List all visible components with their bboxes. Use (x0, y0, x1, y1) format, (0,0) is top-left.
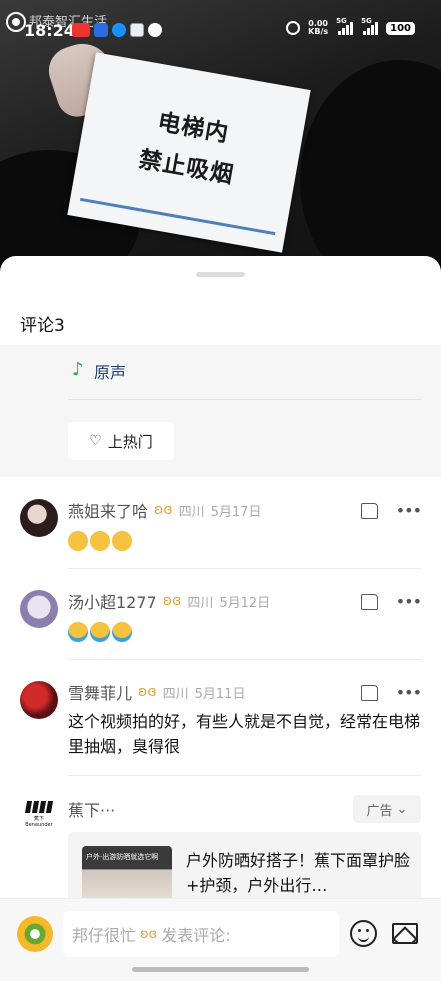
sim2-label: 5G (361, 17, 372, 25)
commenter-name[interactable]: 汤小超1277 (68, 589, 157, 613)
vip-badge-icon: ʚɞ (140, 926, 158, 942)
image-icon[interactable] (392, 923, 418, 944)
laugh-cry-emoji-icon (90, 621, 110, 642)
comment-location: 四川 (187, 595, 214, 611)
promote-button[interactable]: ♡ 上热门 (68, 422, 174, 460)
drag-handle[interactable] (196, 272, 245, 277)
net-speed: 0.00 KB/s (308, 20, 328, 36)
comment-item[interactable]: 汤小超1277 ʚɞ 四川 5月12日 ••• (0, 568, 441, 660)
avatar[interactable] (20, 499, 58, 537)
comment-date: 5月12日 (219, 595, 271, 611)
music-note-icon: ♪ (72, 359, 84, 380)
avatar[interactable] (20, 681, 58, 719)
battery-icon: 100 (386, 21, 415, 35)
commenter-name[interactable]: 燕姐来了哈 (68, 498, 148, 522)
divider (68, 399, 421, 400)
smirk-emoji-icon (90, 530, 110, 551)
comment-date: 5月17日 (210, 504, 262, 520)
comment-list: 燕姐来了哈 ʚɞ 四川 5月17日 ••• 汤小超1277 ʚɞ 四川 5月12… (0, 477, 441, 915)
vip-badge-icon: ʚɞ (138, 684, 157, 700)
video-shadow (300, 60, 441, 262)
news-app-icon (72, 23, 90, 37)
laugh-cry-emoji-icon (68, 621, 88, 642)
emoji-icon[interactable] (350, 920, 377, 947)
smirk-emoji-icon (68, 530, 88, 551)
input-placeholder: 发表评论: (161, 926, 231, 945)
chat-app-icon (112, 23, 126, 37)
laugh-cry-emoji-icon (112, 621, 132, 642)
input-user-name: 邦仔很忙 (72, 926, 137, 945)
my-avatar[interactable] (17, 916, 53, 952)
watermark-logo-icon (6, 12, 26, 32)
ad-item[interactable]: 蕉下 Beneunder 蕉下··· 广告 ⌄ 户外·出游防晒就选它啊 户外防晒… (0, 775, 441, 915)
ad-tag-dropdown[interactable]: 广告 ⌄ (353, 795, 421, 823)
video-app-icon (94, 23, 108, 37)
ad-tag-label: 广告 (366, 803, 393, 819)
status-right: 0.00 KB/s 5G 5G 100 (286, 17, 415, 36)
original-post-block: ♪ 原声 ♡ 上热门 (0, 345, 441, 477)
thumbs-up-icon[interactable] (360, 593, 378, 610)
signal-icon: 5G (361, 17, 379, 35)
brand-logo-text: 蕉下 Beneunder (25, 816, 53, 828)
comment-text: 这个视频拍的好，有些人就是不自觉，经常在电梯里抽烟，臭得很 (68, 712, 421, 756)
vip-badge-icon: ʚɞ (154, 502, 173, 518)
comment-location: 四川 (178, 504, 205, 520)
tiktok-app-icon (148, 23, 162, 37)
sim1-label: 5G (336, 17, 347, 25)
status-bar: 邦泰智汇生活 18:24 0.00 KB/s 5G 5G 100 (0, 0, 441, 44)
comment-text (68, 618, 421, 643)
net-speed-unit: KB/s (308, 27, 329, 36)
signal-icon: 5G (336, 17, 354, 35)
smirk-emoji-icon (112, 530, 132, 551)
comment-input-bar: 邦仔很忙 ʚɞ 发表评论: (0, 898, 441, 981)
alarm-icon (286, 21, 301, 35)
promote-button-label: 上热门 (107, 432, 153, 451)
avatar[interactable] (20, 590, 58, 628)
sim-app-icon (130, 23, 144, 37)
thumbs-up-icon[interactable] (360, 684, 378, 701)
comment-sheet: 评论3 ♪ 原声 ♡ 上热门 燕姐来了哈 ʚɞ 四川 5月17日 ••• 汤小超… (0, 256, 441, 981)
comment-input[interactable]: 邦仔很忙 ʚɞ 发表评论: (63, 911, 339, 957)
vip-badge-icon: ʚɞ (162, 593, 182, 609)
video-player[interactable]: 电梯内 禁止吸烟 邦泰智汇生活 18:24 0.00 KB/s 5G 5G 10… (0, 0, 441, 262)
heart-outline-icon: ♡ (89, 433, 102, 449)
comment-item[interactable]: 燕姐来了哈 ʚɞ 四川 5月17日 ••• (0, 477, 441, 569)
more-dots-icon[interactable]: ••• (396, 501, 422, 520)
chevron-down-icon: ⌄ (396, 801, 408, 817)
thumbs-up-icon[interactable] (360, 502, 378, 519)
ad-thumbnail-caption: 户外·出游防晒就选它啊 (86, 853, 159, 861)
original-sound-link[interactable]: 原声 (94, 359, 126, 383)
comment-count-title: 评论3 (20, 316, 65, 336)
comment-item[interactable]: 雪舞菲儿 ʚɞ 四川 5月11日 ••• 这个视频拍的好，有些人就是不自觉，经常… (0, 659, 441, 776)
more-dots-icon[interactable]: ••• (396, 683, 422, 702)
home-indicator[interactable] (132, 967, 309, 972)
status-time: 18:24 (24, 21, 75, 40)
more-dots-icon[interactable]: ••• (396, 592, 422, 611)
comment-date: 5月11日 (194, 686, 246, 702)
comment-location: 四川 (162, 686, 189, 702)
notification-icons (72, 23, 162, 37)
brand-logo[interactable]: 蕉下 Beneunder (20, 801, 58, 831)
comment-text (68, 527, 421, 552)
commenter-name[interactable]: 雪舞菲儿 (68, 680, 132, 704)
ad-title: 户外防晒好搭子！蕉下面罩护脸+护颈，户外出行… (186, 851, 411, 895)
